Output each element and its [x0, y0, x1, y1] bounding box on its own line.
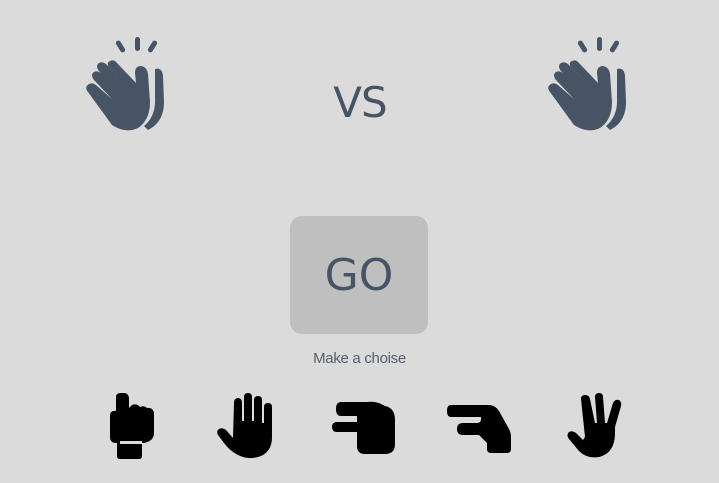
- hand-spock-icon: [567, 393, 622, 458]
- choice-spock-button[interactable]: [558, 390, 638, 462]
- hand-paper-icon: [217, 393, 272, 459]
- vs-label: VS: [333, 78, 387, 127]
- player-hand-right: [540, 36, 640, 136]
- choice-rock-button[interactable]: [92, 390, 172, 462]
- go-button[interactable]: GO: [290, 216, 428, 334]
- hand-lizard-icon: [447, 405, 511, 453]
- player-hand-left: [78, 36, 178, 136]
- choice-hint: Make a choise: [313, 350, 406, 367]
- choice-paper-button[interactable]: [208, 390, 288, 462]
- choice-scissors-button[interactable]: [324, 390, 404, 462]
- hand-rock-icon: [110, 393, 154, 459]
- choice-lizard-button[interactable]: [440, 390, 520, 462]
- hand-wave-icon: [548, 37, 626, 131]
- hand-scissors-icon: [332, 401, 395, 454]
- hand-wave-icon: [86, 37, 164, 131]
